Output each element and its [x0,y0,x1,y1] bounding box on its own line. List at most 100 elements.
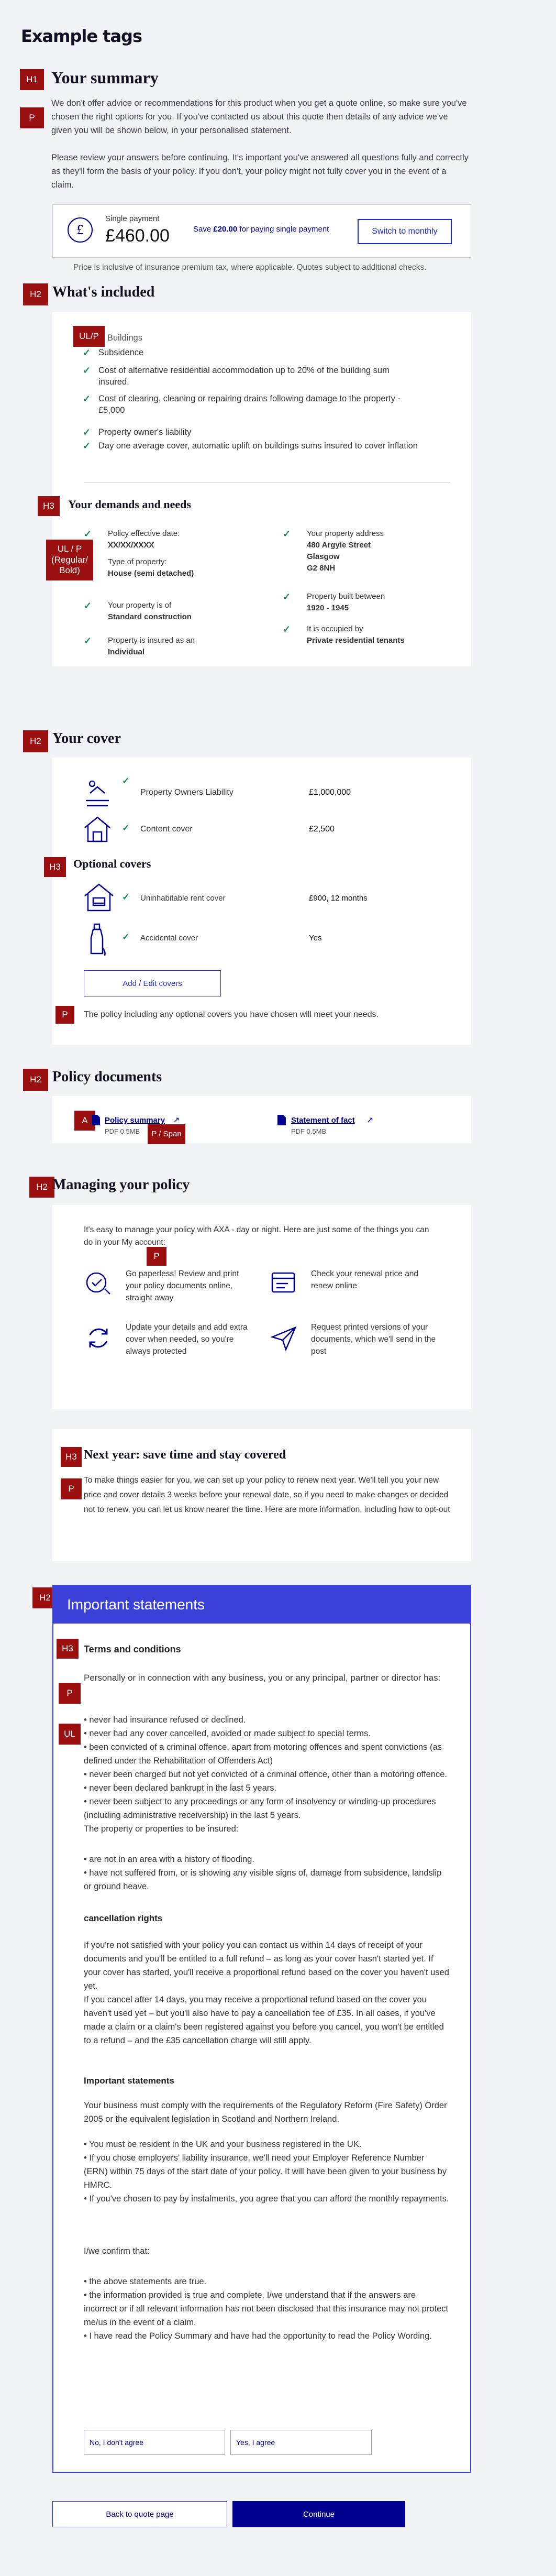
tag-p-span: P / Span [148,1124,185,1144]
list-item: • You must be resident in the UK and you… [84,2140,362,2149]
cover-value: £1,000,000 [309,788,351,797]
property-list: • are not in an area with a history of f… [84,1852,450,1893]
summary-review: Please review your answers before contin… [51,153,469,190]
document-meta: PDF 0.5MB [291,1127,327,1135]
tag-p: P [61,1478,82,1499]
cancellation-heading: cancellation rights [84,1913,163,1923]
manage-item-text: Update your details and add extra cover … [126,1323,248,1356]
cover-note: The policy including any optional covers… [84,1010,379,1019]
liability-icon [86,780,109,807]
demand-right-3: ✓ It is occupied by Private residential … [283,624,405,645]
included-item: ✓ Property owner's liability [83,427,192,437]
tag-h3: H3 [61,1447,82,1467]
list-item: • the above statements are true. [84,2277,207,2286]
pound-icon: £ [68,217,93,243]
price-note: Price is inclusive of insurance premium … [73,263,427,272]
external-link-icon: ↗ [173,1116,180,1125]
tag-h3: H3 [38,496,60,516]
check-icon: ✓ [122,823,130,833]
document-meta: PDF 0.5MB [105,1127,140,1135]
check-icon: ✓ [83,347,91,358]
tag-h2: H2 [23,1069,48,1091]
save-message: Save £20.00 for paying single payment [193,225,329,234]
cover-label: Property Owners Liability [140,788,233,797]
tag-p: P [147,1247,166,1266]
documents-heading: Policy documents [52,1069,162,1085]
tag-h2: H2 [23,283,48,305]
demand-left-1: ✓ Policy effective date: XX/XX/XXXX Type… [84,529,194,578]
document-icon [277,1115,286,1125]
statements-list: • You must be resident in the UK and you… [84,2137,450,2206]
tag-h2: H2 [29,1177,54,1198]
check-icon: ✓ [283,529,291,539]
list-item: • the information provided is true and c… [84,2290,449,2327]
agree-option[interactable]: Yes, I agree [230,2430,372,2455]
continue-button[interactable]: Continue [232,2501,405,2527]
list-item: • have not suffered from, or is showing … [84,1868,442,1891]
house-icon [84,816,110,842]
statements-text: Your business must comply with the requi… [84,2101,447,2124]
manage-item-text: Check your renewal price and renew onlin… [311,1269,419,1290]
list-item: • been convicted of a criminal offence, … [84,1742,442,1766]
included-heading: What's included [52,284,155,300]
summary-intro: We don't offer advice or recommendations… [51,98,467,135]
list-item: The property or properties to be insured… [84,1824,239,1834]
demand-left-2: ✓ Your property is of Standard construct… [84,600,192,621]
confirm-list: • the above statements are true. • the i… [84,2275,450,2343]
check-icon: ✓ [84,600,92,611]
tag-p: P [55,1006,74,1024]
check-icon: ✓ [122,775,130,786]
manage-heading: Managing your policy [52,1177,190,1193]
tag-h2: H2 [23,730,48,752]
list-item: • never been subject to any proceedings … [84,1797,436,1820]
list-item: • never been declared bankrupt in the la… [84,1783,277,1793]
demand-left-3: ✓ Property is insured as an Individual [84,635,195,656]
cover-value: £2,500 [309,825,335,834]
included-item: ✓ Cost of clearing, cleaning or repairing… [83,393,401,415]
back-to-quote-button[interactable]: Back to quote page [52,2501,227,2527]
tag-h3: H3 [57,1639,79,1659]
optional-cover-value: Yes [309,934,322,942]
tag-ul: UL [59,1724,81,1745]
calendar-icon [271,1272,295,1293]
demands-heading: Your demands and needs [68,498,191,511]
next-year-heading: Next year: save time and stay covered [84,1448,286,1462]
tag-ulp: UL/P [73,326,105,347]
included-item: ✓ Day one average cover, automatic uplift… [83,441,418,451]
terms-heading: Terms and conditions [84,1644,181,1654]
tag-h3: H3 [44,857,66,877]
price-card: £ Single payment £460.00 Save £20.00 for… [52,204,471,258]
check-icon: ✓ [83,441,91,451]
policy-summary-link[interactable]: Policy summary [105,1116,165,1125]
check-icon: ✓ [283,624,291,634]
terms-intro: Personally or in connection with any bus… [84,1673,441,1683]
list-item: • are not in an area with a history of f… [84,1855,254,1864]
check-icon: ✓ [283,591,291,602]
price-label: Single payment [105,214,160,223]
check-icon: ✓ [83,393,91,404]
switch-to-monthly-button[interactable]: Switch to monthly [358,219,452,244]
disagree-option[interactable]: No, I don't agree [84,2430,225,2455]
cover-heading: Your cover [52,730,121,747]
check-icon: ✓ [84,529,92,539]
included-item: ✓ Cost of alternative residential accommo… [83,365,390,387]
manage-item-text: Go paperless! Review and print your poli… [126,1269,239,1302]
external-link-icon: ↗ [366,1116,374,1125]
page-title: Example tags [21,26,142,46]
house-warning-icon [84,883,114,912]
terms-list: • never had insurance refused or decline… [84,1713,450,1836]
next-year-text: To make things easier for you, we can se… [84,1476,450,1514]
included-card [52,312,471,527]
optional-cover-label: Uninhabitable rent cover [140,894,226,903]
statement-of-fact-link[interactable]: Statement of fact [291,1116,355,1125]
list-item: • never had any cover cancelled, avoided… [84,1729,371,1738]
add-edit-covers-button[interactable]: Add / Edit covers [84,970,221,996]
check-icon: ✓ [122,931,130,942]
optional-covers-heading: Optional covers [73,857,151,870]
statements-heading: Important statements [84,2076,174,2086]
tag-p: P [59,1683,81,1704]
cancellation-text: If you're not satisfied with your policy… [84,1941,449,2045]
price-value: £460.00 [105,226,170,246]
refresh-icon [89,1328,108,1348]
demand-right-1: ✓ Your property address 480 Argyle Stree… [283,529,384,573]
